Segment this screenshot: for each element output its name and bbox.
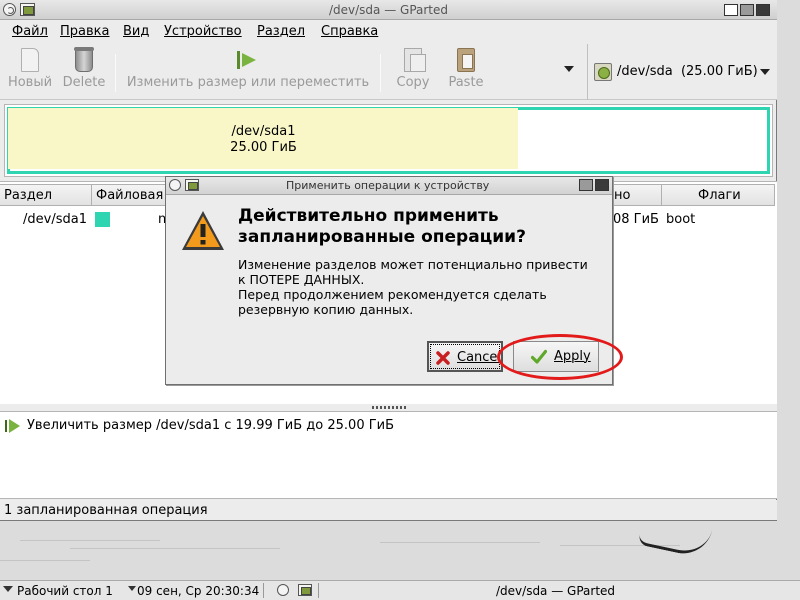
gparted-app-icon[interactable] bbox=[298, 584, 312, 596]
menu-view[interactable]: Вид bbox=[123, 24, 149, 39]
menu-help[interactable]: Справка bbox=[321, 24, 378, 39]
dialog-message-line: Перед продолжением рекомендуется сделать bbox=[238, 287, 547, 302]
row-unused-size: 08 ГиБ bbox=[613, 212, 659, 227]
menu-device[interactable]: Устройство bbox=[164, 24, 242, 39]
resize-move-button[interactable]: Изменить размер или переместить bbox=[124, 48, 372, 90]
partition-map-size: 25.00 ГиБ bbox=[230, 140, 297, 155]
resize-move-label: Изменить размер или переместить bbox=[126, 75, 370, 90]
close-button[interactable] bbox=[595, 179, 609, 191]
taskbar-separator bbox=[263, 583, 264, 598]
copy-icon bbox=[404, 48, 426, 72]
dialog-heading-line: Действительно применить bbox=[238, 206, 499, 226]
cancel-button[interactable]: Cancel bbox=[427, 341, 503, 372]
app-menu-icon[interactable] bbox=[277, 584, 289, 596]
resize-arrow-icon bbox=[5, 419, 21, 433]
column-header-flags[interactable]: Флаги bbox=[662, 184, 775, 206]
menu-partition[interactable]: Раздел bbox=[257, 24, 305, 39]
chevron-down-icon bbox=[760, 69, 770, 75]
window-title: /dev/sda — GParted bbox=[328, 3, 449, 17]
pending-operations-list: Увеличить размер /dev/sda1 с 19.99 ГиБ д… bbox=[0, 411, 777, 499]
new-partition-label: Новый bbox=[7, 75, 53, 90]
dialog-message-line: Изменение разделов может потенциально пр… bbox=[238, 257, 588, 272]
gparted-app-icon bbox=[185, 179, 199, 191]
maximize-button[interactable] bbox=[579, 179, 593, 191]
splitter-grip-icon bbox=[372, 406, 408, 409]
copy-button[interactable]: Copy bbox=[392, 48, 434, 90]
dialog-heading-line: запланированные операции? bbox=[238, 227, 526, 247]
dialog-message-line: резервную копию данных. bbox=[238, 302, 414, 317]
dialog-message: Изменение разделов может потенциально пр… bbox=[238, 257, 608, 317]
wallpaper-swoosh bbox=[637, 515, 713, 559]
warning-icon bbox=[182, 211, 224, 250]
cancel-button-label: Cancel bbox=[457, 350, 502, 365]
row-flags: boot bbox=[666, 212, 696, 227]
row-partition-name: /dev/sda1 bbox=[23, 212, 87, 227]
dialog-title: Применить операции к устройству bbox=[286, 179, 490, 192]
window-titlebar[interactable]: /dev/sda — GParted bbox=[0, 0, 777, 20]
partition-map-name: /dev/sda1 bbox=[231, 124, 296, 139]
statusbar: 1 запланированная операция bbox=[0, 500, 777, 520]
taskbar-separator bbox=[318, 583, 319, 598]
toolbar-separator bbox=[115, 54, 116, 92]
filesystem-color-swatch bbox=[95, 212, 110, 227]
chevron-down-icon[interactable] bbox=[128, 586, 136, 591]
cancel-x-icon bbox=[436, 351, 450, 365]
paste-button[interactable]: Paste bbox=[444, 48, 488, 90]
toolbar-separator bbox=[380, 54, 381, 92]
resize-arrow-icon bbox=[237, 48, 259, 72]
partition-map: /dev/sda1 25.00 ГиБ bbox=[4, 104, 773, 177]
disk-icon bbox=[594, 63, 612, 81]
window-menu-icon[interactable] bbox=[169, 179, 181, 191]
menu-edit[interactable]: Правка bbox=[60, 24, 109, 39]
copy-label: Copy bbox=[396, 75, 430, 90]
close-button[interactable] bbox=[756, 4, 770, 16]
paste-icon bbox=[457, 48, 475, 72]
minimize-button[interactable] bbox=[724, 4, 738, 16]
dialog-heading: Действительно применить запланированные … bbox=[238, 206, 598, 248]
menubar: Файл Правка Вид Устройство Раздел Справк… bbox=[0, 20, 777, 44]
taskbar-clock[interactable]: 09 сен, Ср 20:30:34 bbox=[137, 584, 259, 598]
toolbar-overflow-arrow-icon[interactable] bbox=[564, 66, 574, 72]
taskbar-task-gparted[interactable]: /dev/sda — GParted bbox=[496, 584, 615, 598]
device-selector[interactable]: /dev/sda (25.00 ГиБ) bbox=[587, 44, 777, 100]
workspace-label[interactable]: Рабочий стол 1 bbox=[17, 584, 113, 598]
maximize-button[interactable] bbox=[740, 4, 754, 16]
menu-file[interactable]: Файл bbox=[12, 24, 48, 39]
operation-text: Увеличить размер /dev/sda1 с 19.99 ГиБ д… bbox=[27, 418, 395, 433]
toolbar: Новый Delete Изменить размер или перемес… bbox=[0, 44, 777, 100]
paste-label: Paste bbox=[448, 75, 484, 90]
new-document-icon bbox=[21, 48, 39, 72]
taskbar: Рабочий стол 1 09 сен, Ср 20:30:34 /dev/… bbox=[0, 580, 800, 600]
dialog-titlebar[interactable]: Применить операции к устройству bbox=[166, 177, 612, 195]
column-header-filesystem[interactable]: Файловая bbox=[92, 184, 172, 206]
dialog-message-line: к ПОТЕРЕ ДАННЫХ. bbox=[238, 272, 365, 287]
apply-highlight-annotation bbox=[497, 334, 623, 380]
delete-partition-label: Delete bbox=[62, 75, 106, 90]
column-header-partition[interactable]: Раздел bbox=[0, 184, 92, 206]
device-selector-label: /dev/sda (25.00 ГиБ) bbox=[617, 64, 758, 79]
new-partition-button[interactable]: Новый bbox=[7, 48, 53, 90]
delete-partition-button[interactable]: Delete bbox=[60, 47, 108, 90]
workspace-menu-icon[interactable] bbox=[3, 586, 13, 592]
status-text: 1 запланированная операция bbox=[4, 503, 208, 518]
trash-icon bbox=[74, 47, 94, 72]
